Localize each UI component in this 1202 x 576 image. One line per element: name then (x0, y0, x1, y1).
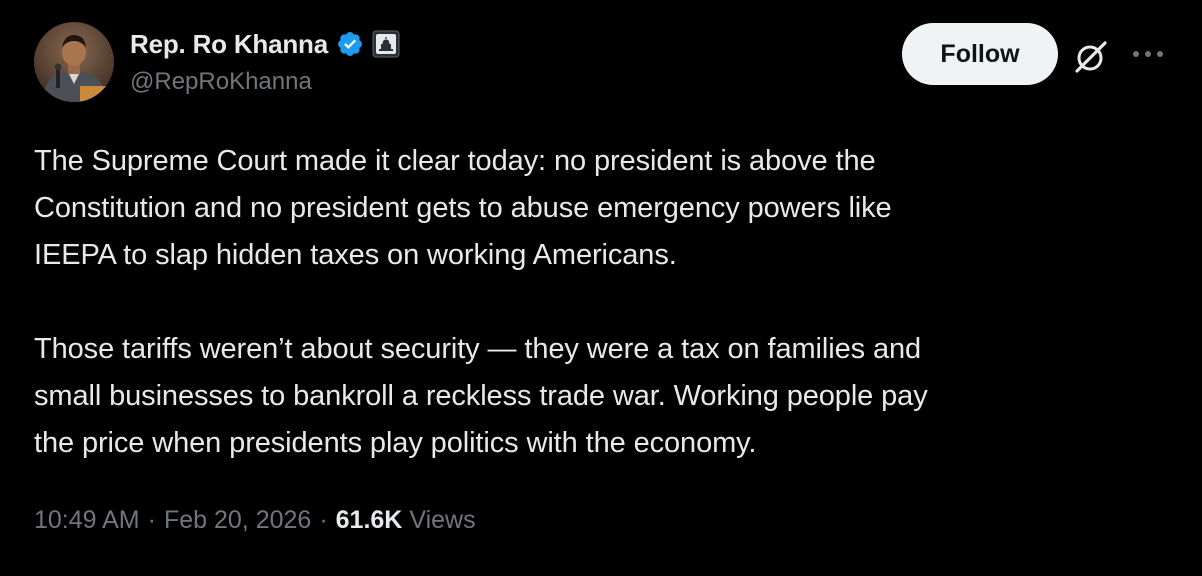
tweet-paragraph: The Supreme Court made it clear today: n… (34, 145, 892, 271)
author-name-row: Rep. Ro Khanna (130, 28, 400, 60)
views-label[interactable]: Views (409, 506, 475, 535)
tweet-time[interactable]: 10:49 AM (34, 506, 140, 535)
tweet-paragraph: Those tariffs weren’t about security — t… (34, 333, 928, 459)
tweet-text: The Supreme Court made it clear today: n… (34, 138, 1174, 467)
tweet-date[interactable]: Feb 20, 2026 (164, 506, 311, 535)
author-handle[interactable]: @RepRoKhanna (130, 68, 312, 96)
author-display-name[interactable]: Rep. Ro Khanna (130, 29, 328, 60)
tweet-metadata: 10:49 AM · Feb 20, 2026 · 61.6K Views (34, 506, 476, 535)
tweet-card: Rep. Ro Khanna @RepRoKhanna Follow The S… (0, 0, 1202, 576)
follow-button[interactable]: Follow (902, 23, 1058, 85)
meta-separator: · (147, 506, 156, 534)
meta-separator: · (319, 506, 328, 534)
avatar-photo-icon (34, 22, 114, 102)
grok-icon[interactable] (1072, 38, 1110, 76)
government-capitol-icon[interactable] (372, 30, 400, 58)
avatar[interactable] (34, 22, 114, 102)
views-count[interactable]: 61.6K (336, 506, 403, 535)
verified-check-icon[interactable] (336, 30, 364, 58)
more-dots-icon[interactable] (1128, 40, 1168, 70)
